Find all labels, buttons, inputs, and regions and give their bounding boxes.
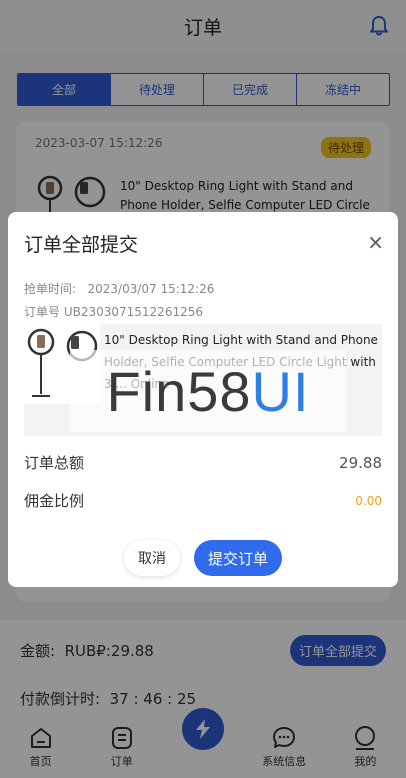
commission-value: 0.00 [355, 493, 382, 508]
close-icon[interactable]: × [367, 230, 384, 254]
order-number: 订单号 UB2303071512261256 [24, 305, 203, 319]
watermark-text-b: UI [251, 359, 310, 423]
product-info: 10" Desktop Ring Light with Stand and Ph… [24, 324, 382, 436]
order-total-label: 订单总额 [24, 454, 85, 472]
submit-order-dialog: 订单全部提交 × 抢单时间: 2023/03/07 15:12:26 订单号 U… [8, 212, 398, 587]
commission-row: 佣金比例 0.00 [24, 490, 382, 511]
submit-order-button[interactable]: 提交订单 [194, 540, 282, 576]
grab-time-value: 2023/03/07 15:12:26 [87, 282, 215, 296]
dialog-title: 订单全部提交 [24, 234, 139, 256]
dialog-actions: 取消 提交订单 [8, 540, 398, 576]
order-total-row: 订单总额 29.88 [24, 452, 382, 473]
cancel-button[interactable]: 取消 [124, 540, 180, 576]
watermark: Fin58UI [70, 350, 346, 432]
grab-time: 抢单时间: 2023/03/07 15:12:26 [24, 280, 214, 297]
watermark-text-a: Fin58 [106, 359, 252, 423]
order-total-value: 29.88 [339, 453, 382, 472]
grab-time-label: 抢单时间: [24, 282, 77, 296]
commission-label: 佣金比例 [24, 492, 85, 510]
watermark-text: Fin58UI [106, 359, 309, 424]
